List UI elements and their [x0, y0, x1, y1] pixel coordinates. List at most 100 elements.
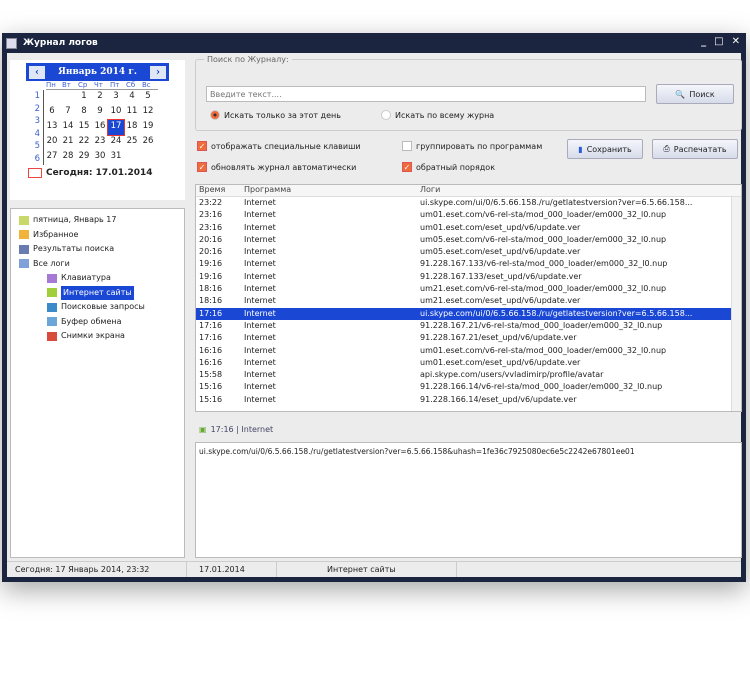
- status-section: Интернет сайты: [277, 562, 457, 577]
- table-row[interactable]: 16:16 Internet um01.eset.com/eset_upd/v6/u…: [196, 357, 741, 369]
- tree-item[interactable]: пятница, Январь 17: [19, 213, 184, 228]
- table-cell: 18:16: [199, 296, 223, 306]
- next-month-button[interactable]: ›: [149, 65, 166, 79]
- checkbox-auto-update[interactable]: ✓ обновлять журнал автоматически: [197, 162, 356, 172]
- table-row[interactable]: 23:16 Internet um01.eset.com/eset_upd/v6/u…: [196, 222, 741, 234]
- calendar-day[interactable]: 26: [140, 135, 156, 150]
- table-cell: um01.eset.com/eset_upd/v6/update.ver: [420, 357, 581, 367]
- tree-item[interactable]: Буфер обмена: [19, 315, 184, 330]
- radio-search-day[interactable]: Искать только за этот день: [210, 110, 341, 120]
- calendar-day[interactable]: 3: [108, 90, 124, 105]
- checkbox-group-by-program[interactable]: группировать по программам: [402, 141, 542, 151]
- table-row[interactable]: 18:16 Internet um21.eset.com/eset_upd/v6/u…: [196, 295, 741, 307]
- prev-month-button[interactable]: ‹: [29, 65, 45, 79]
- checkbox-reverse-order[interactable]: ✓ обратный порядок: [402, 162, 495, 172]
- print-button[interactable]: ⎙ Распечатать: [652, 139, 738, 159]
- table-row[interactable]: 16:16 Internet um01.eset.com/v6-rel-sta/mo…: [196, 345, 741, 357]
- table-row[interactable]: 19:16 Internet 91.228.167.133/v6-rel-sta/m…: [196, 258, 741, 270]
- calendar-day[interactable]: 1: [76, 90, 92, 105]
- tree-item-label: Снимки экрана: [61, 331, 125, 340]
- tree-item[interactable]: Интернет сайты: [19, 285, 184, 300]
- tree-item[interactable]: Клавиатура: [19, 271, 184, 286]
- tree-item[interactable]: Избранное: [19, 228, 184, 243]
- today-link[interactable]: Сегодня: 17.01.2014: [28, 168, 185, 178]
- calendar-day[interactable]: 29: [76, 150, 92, 165]
- table-row[interactable]: 15:16 Internet 91.228.166.14/eset_upd/v6/u…: [196, 394, 741, 406]
- table-row[interactable]: 17:16 Internet 91.228.167.21/v6-rel-sta/mo…: [196, 320, 741, 332]
- table-cell: 19:16: [199, 259, 223, 269]
- tree-item[interactable]: Поисковые запросы: [19, 300, 184, 315]
- calendar-day[interactable]: 18: [124, 120, 140, 135]
- calendar-day[interactable]: 4: [124, 90, 140, 105]
- weekday-label: Пт: [110, 81, 120, 89]
- calendar-day[interactable]: 28: [60, 150, 76, 165]
- search-input[interactable]: [206, 86, 646, 102]
- table-row[interactable]: 20:16 Internet um05.eset.com/v6-rel-sta/mo…: [196, 234, 741, 246]
- table-cell: 15:16: [199, 394, 223, 404]
- col-program[interactable]: Программа: [241, 185, 418, 196]
- calendar-day[interactable]: 6: [44, 105, 60, 120]
- week-number[interactable]: 5: [30, 140, 40, 153]
- table-row[interactable]: 15:16 Internet 91.228.166.14/v6-rel-sta/mo…: [196, 381, 741, 393]
- detail-text[interactable]: ui.skype.com/ui/0/6.5.66.158./ru/getlate…: [195, 442, 742, 558]
- table-cell: ui.skype.com/ui/0/6.5.66.158./ru/getlate…: [420, 198, 693, 207]
- maximize-button[interactable]: □: [714, 36, 723, 47]
- calendar-day[interactable]: 19: [140, 120, 156, 135]
- table-row[interactable]: 23:22 Internet ui.skype.com/ui/0/6.5.66.15…: [196, 197, 741, 209]
- tree-item-label: Буфер обмена: [61, 316, 122, 326]
- tree-item[interactable]: Результаты поиска: [19, 242, 184, 257]
- calendar-day[interactable]: 12: [140, 105, 156, 120]
- week-number[interactable]: 6: [30, 153, 40, 166]
- table-cell: 91.228.167.133/eset_upd/v6/update.ver: [420, 271, 582, 281]
- calendar-day[interactable]: 9: [92, 105, 108, 120]
- table-scrollbar[interactable]: [731, 197, 741, 411]
- week-number[interactable]: 3: [30, 115, 40, 128]
- calendar-day[interactable]: 5: [140, 90, 156, 105]
- week-number[interactable]: 1: [30, 90, 40, 103]
- table-row[interactable]: 19:16 Internet 91.228.167.133/eset_upd/v6/…: [196, 271, 741, 283]
- calendar-day[interactable]: 27: [44, 150, 60, 165]
- table-row[interactable]: 17:16 Internet 91.228.167.21/eset_upd/v6/u…: [196, 332, 741, 344]
- week-number[interactable]: 2: [30, 103, 40, 116]
- search-button[interactable]: 🔍 Поиск: [656, 84, 734, 104]
- table-row[interactable]: 18:16 Internet um21.eset.com/v6-rel-sta/mo…: [196, 283, 741, 295]
- calendar-day[interactable]: 24: [108, 135, 124, 150]
- calendar-day[interactable]: 21: [60, 135, 76, 150]
- calendar-day[interactable]: 22: [76, 135, 92, 150]
- calendar-day[interactable]: 14: [60, 120, 76, 135]
- calendar-day[interactable]: 31: [108, 150, 124, 165]
- calendar-day[interactable]: 20: [44, 135, 60, 150]
- table-row[interactable]: 17:16 Internet ui.skype.com/ui/0/6.5.66.15…: [196, 307, 741, 320]
- table-row[interactable]: 15:58 Internet api.skype.com/users/vvladim…: [196, 369, 741, 381]
- col-time[interactable]: Время: [196, 185, 241, 196]
- calendar-day[interactable]: 13: [44, 120, 60, 135]
- table-row[interactable]: 20:16 Internet um05.eset.com/eset_upd/v6/u…: [196, 246, 741, 258]
- calendar-day[interactable]: 15: [76, 120, 92, 135]
- search-group: Поиск по Журналу: 🔍Поиск Искать только з…: [195, 55, 742, 131]
- calendar-day[interactable]: 25: [124, 135, 140, 150]
- checkbox-show-special-keys[interactable]: ✓ отображать специальные клавиши: [197, 141, 361, 151]
- tree-item-label: Клавиатура: [61, 273, 111, 282]
- calendar-day[interactable]: 30: [92, 150, 108, 165]
- save-button[interactable]: ▮ Сохранить: [567, 139, 643, 159]
- app-icon: [6, 37, 17, 49]
- close-button[interactable]: ✕: [732, 36, 740, 47]
- table-row[interactable]: 23:16 Internet um01.eset.com/v6-rel-sta/mo…: [196, 209, 741, 221]
- table-cell: 91.228.167.21/v6-rel-sta/mod_000_loader/…: [420, 320, 663, 330]
- calendar-day[interactable]: 17: [107, 119, 125, 136]
- calendar-day[interactable]: 23: [92, 135, 108, 150]
- col-logs[interactable]: Логи: [418, 185, 733, 196]
- tree-item[interactable]: Все логи: [19, 257, 184, 272]
- weekday-label: Вт: [62, 81, 71, 89]
- calendar-day[interactable]: 8: [76, 105, 92, 120]
- calendar-day: [44, 90, 60, 105]
- calendar-day[interactable]: 7: [60, 105, 76, 120]
- tree-item[interactable]: Снимки экрана: [19, 329, 184, 344]
- calendar-day[interactable]: 10: [108, 105, 124, 120]
- minimize-button[interactable]: _: [701, 36, 706, 47]
- calendar-day[interactable]: 11: [124, 105, 140, 120]
- radio-search-all[interactable]: Искать по всему журна: [381, 110, 494, 120]
- calendar-day[interactable]: 16: [92, 120, 108, 135]
- calendar-day[interactable]: 2: [92, 90, 108, 105]
- week-number[interactable]: 4: [30, 128, 40, 141]
